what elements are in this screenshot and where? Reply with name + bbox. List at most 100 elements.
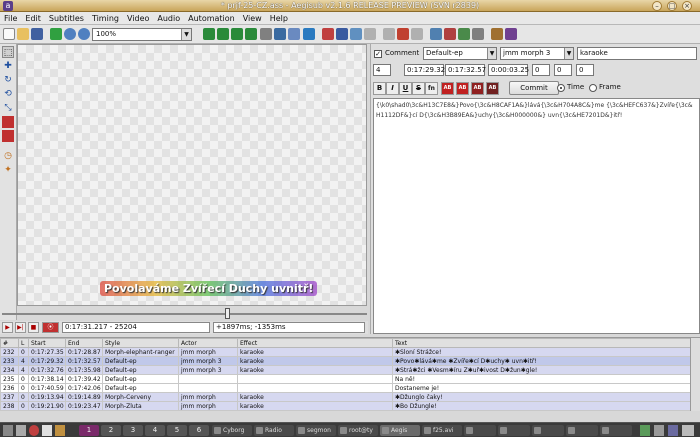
task-button[interactable] — [532, 425, 564, 436]
menu-edit[interactable]: Edit — [21, 12, 45, 24]
snap-end-icon[interactable] — [245, 28, 257, 40]
video-time-field[interactable]: 0:17:31.217 - 25204 — [62, 322, 210, 333]
open-folder-icon[interactable] — [17, 28, 29, 40]
commit-button[interactable]: Commit — [509, 81, 559, 95]
style-select[interactable]: Default-ep ▼ — [423, 47, 497, 60]
col-style-header[interactable]: Style — [102, 338, 179, 348]
effect-field[interactable]: karaoke — [577, 47, 697, 60]
workspace-1[interactable]: 1 — [79, 425, 99, 436]
realtime-preview-icon[interactable]: ◷ — [2, 150, 14, 162]
menu-launcher-icon[interactable] — [3, 425, 13, 436]
comment-checkbox[interactable]: ✓ — [374, 50, 382, 58]
col-actor-header[interactable]: Actor — [178, 338, 238, 348]
spell-check-icon[interactable] — [411, 28, 423, 40]
start-time-field[interactable]: 0:17:29.32 — [404, 64, 445, 76]
task-button[interactable] — [498, 425, 530, 436]
menu-automation[interactable]: Automation — [184, 12, 239, 24]
time-radio[interactable] — [557, 84, 565, 92]
col-end-header[interactable]: End — [65, 338, 103, 348]
find-replace-icon[interactable] — [397, 28, 409, 40]
video-display[interactable]: Povolaváme Zvířecí Duchy uvnitř! — [17, 44, 367, 306]
zoom-in-icon[interactable] — [64, 28, 76, 40]
margin-left-field[interactable]: 0 — [532, 64, 550, 76]
rotate-xy-icon[interactable]: ⟲ — [2, 88, 14, 100]
table-row[interactable]: 235 0 0:17:38.14 0:17:39.42 Default-ep Na ně! — [0, 374, 691, 384]
file-manager-icon[interactable] — [55, 425, 65, 436]
task-button[interactable]: Radio — [254, 425, 294, 436]
snap-scene-icon[interactable] — [260, 28, 272, 40]
standard-tool-icon[interactable]: ⬚ — [2, 46, 14, 58]
close-icon[interactable]: × — [682, 1, 692, 11]
task-button[interactable]: segmon — [296, 425, 336, 436]
play-line-icon[interactable]: ▶| — [15, 322, 26, 333]
shadow-color-button[interactable]: AB — [486, 82, 499, 95]
table-row[interactable]: 236 0 0:17:40.59 0:17:42.06 Default-ep Dostan… — [0, 383, 691, 393]
end-time-field[interactable]: 0:17:32.57 — [445, 64, 486, 76]
font-button[interactable]: fn — [425, 82, 438, 95]
scale-tool-icon[interactable]: ⤡ — [2, 102, 14, 114]
volume-icon[interactable] — [654, 425, 664, 436]
tray-icon[interactable] — [682, 425, 694, 436]
grid-tag-show-icon[interactable] — [458, 28, 470, 40]
workspace-2[interactable]: 2 — [101, 425, 121, 436]
snap-start-icon[interactable] — [231, 28, 243, 40]
clip-tool-icon[interactable] — [2, 116, 14, 128]
help-bulb-icon[interactable]: ✦ — [2, 164, 14, 176]
menu-video[interactable]: Video — [123, 12, 153, 24]
terminal-icon[interactable] — [42, 425, 52, 436]
help-icon[interactable] — [505, 28, 517, 40]
minimize-icon[interactable]: – — [652, 1, 662, 11]
new-file-icon[interactable] — [3, 28, 15, 40]
duration-field[interactable]: 0:00:03.25 — [488, 64, 529, 76]
translation-assistant-icon[interactable] — [322, 28, 334, 40]
table-row[interactable]: 238 0 0:19:21.90 0:19:23.47 Morph-Zluta jmm m… — [0, 401, 691, 411]
zoom-select[interactable]: 100% ▼ — [92, 28, 192, 41]
menu-help[interactable]: Help — [266, 12, 292, 24]
table-row[interactable]: 232 0 0:17:27.35 0:17:28.87 Morph-elephant-r… — [0, 347, 691, 357]
menu-timing[interactable]: Timing — [88, 12, 123, 24]
workspace-5[interactable]: 5 — [167, 425, 187, 436]
seek-thumb[interactable] — [225, 308, 230, 319]
actor-select[interactable]: jmm morph 3 ▼ — [500, 47, 574, 60]
attachments-icon[interactable] — [303, 28, 315, 40]
workspace-4[interactable]: 4 — [145, 425, 165, 436]
menu-file[interactable]: File — [0, 12, 21, 24]
zoom-out-icon[interactable] — [78, 28, 90, 40]
underline-button[interactable]: U — [399, 82, 412, 95]
notification-icon[interactable] — [668, 425, 678, 436]
save-icon[interactable] — [31, 28, 43, 40]
col-effect-header[interactable]: Effect — [237, 338, 393, 348]
play-arrow-icon[interactable] — [50, 28, 62, 40]
col-number-header[interactable]: # — [0, 338, 19, 348]
grid-tag-simplify-icon[interactable] — [472, 28, 484, 40]
show-desktop-icon[interactable] — [16, 425, 26, 436]
bold-button[interactable]: B — [373, 82, 386, 95]
outline-color-button[interactable]: AB — [471, 82, 484, 95]
jump-end-icon[interactable] — [217, 28, 229, 40]
subtitle-text-editor[interactable]: {\k0\shad0\3c&H13C7E8&}Povo{\3c&H8CAF1A&… — [373, 98, 700, 334]
stop-icon[interactable]: ■ — [28, 322, 39, 333]
col-start-header[interactable]: Start — [28, 338, 66, 348]
task-button[interactable]: root@ty — [338, 425, 378, 436]
grid-scrollbar[interactable] — [690, 338, 700, 411]
options-icon[interactable] — [430, 28, 442, 40]
frame-radio[interactable] — [589, 84, 597, 92]
network-icon[interactable] — [640, 425, 650, 436]
find-icon[interactable] — [383, 28, 395, 40]
margin-vertical-field[interactable]: 0 — [576, 64, 594, 76]
italic-button[interactable]: I — [386, 82, 399, 95]
margin-right-field[interactable]: 0 — [554, 64, 572, 76]
strikeout-button[interactable]: S — [412, 82, 425, 95]
table-row[interactable]: 234 4 0:17:32.76 0:17:35.98 Default-ep jmm mo… — [0, 365, 691, 375]
layer-field[interactable]: 4 — [373, 64, 391, 76]
table-row[interactable]: 237 0 0:19:13.94 0:19:14.89 Morph-Cerveny jmm… — [0, 392, 691, 402]
primary-color-button[interactable]: AB — [441, 82, 454, 95]
task-button[interactable]: Cyborg — [212, 425, 252, 436]
styles-manager-icon[interactable] — [274, 28, 286, 40]
menu-audio[interactable]: Audio — [153, 12, 184, 24]
table-row[interactable]: 233 4 0:17:29.32 0:17:32.57 Default-ep jmm mo… — [0, 356, 691, 366]
properties-icon[interactable] — [288, 28, 300, 40]
grid-tag-hide-icon[interactable] — [444, 28, 456, 40]
browser-icon[interactable] — [29, 425, 39, 436]
workspace-6[interactable]: 6 — [189, 425, 209, 436]
